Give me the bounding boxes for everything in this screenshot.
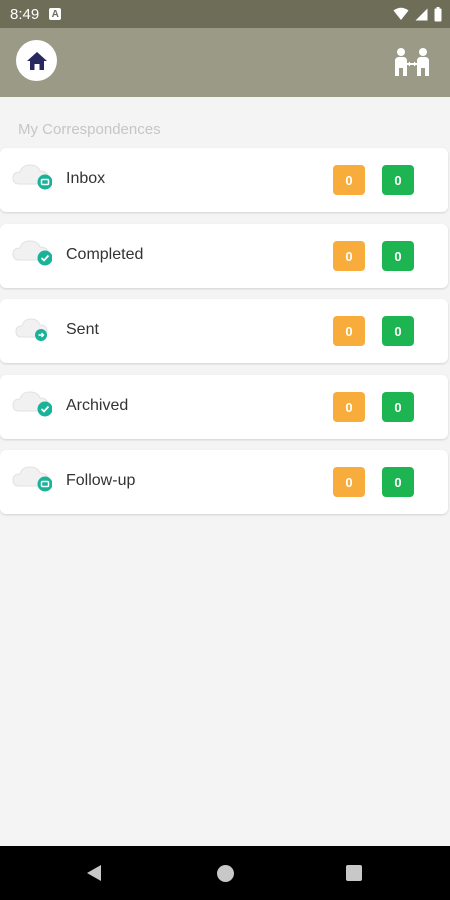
inbox-cloud-icon bbox=[12, 164, 52, 190]
list-item-sent[interactable]: Sent 0 0 bbox=[0, 299, 448, 363]
system-nav-bar bbox=[0, 846, 450, 900]
item-label: Follow-up bbox=[66, 472, 136, 489]
item-label: Sent bbox=[66, 321, 99, 338]
pending-count-badge: 0 bbox=[333, 392, 365, 422]
status-left: 8:49 A bbox=[10, 5, 62, 23]
item-label: Inbox bbox=[66, 170, 106, 187]
completed-count-badge: 0 bbox=[382, 392, 414, 422]
list-item-inbox[interactable]: Inbox 0 0 bbox=[0, 148, 448, 212]
pending-count-badge: 0 bbox=[333, 241, 365, 271]
list-item-completed[interactable]: Completed 0 0 bbox=[0, 224, 448, 288]
status-icons bbox=[393, 6, 442, 22]
section-title: My Correspondences bbox=[18, 121, 161, 138]
status-time: 8:49 bbox=[10, 5, 40, 23]
archived-cloud-icon bbox=[12, 391, 52, 417]
app-bar bbox=[0, 28, 450, 97]
battery-icon bbox=[434, 6, 442, 21]
list-item-follow-up[interactable]: Follow-up 0 0 bbox=[0, 450, 448, 514]
home-circle-icon[interactable] bbox=[217, 865, 234, 882]
pending-count-badge: 0 bbox=[333, 165, 365, 195]
home-button[interactable] bbox=[16, 40, 57, 81]
pending-count-badge: 0 bbox=[333, 467, 365, 497]
completed-count-badge: 0 bbox=[382, 165, 414, 195]
sent-cloud-icon bbox=[15, 318, 48, 341]
signal-icon bbox=[415, 8, 428, 20]
item-label: Archived bbox=[66, 397, 129, 414]
followup-cloud-icon bbox=[12, 466, 52, 492]
status-bar: 8:49 A bbox=[0, 0, 450, 28]
item-label: Completed bbox=[66, 246, 144, 263]
delegation-button[interactable] bbox=[392, 45, 432, 79]
completed-count-badge: 0 bbox=[382, 241, 414, 271]
completed-count-badge: 0 bbox=[382, 467, 414, 497]
back-icon[interactable] bbox=[86, 864, 102, 882]
pending-count-badge: 0 bbox=[333, 316, 365, 346]
delegation-icon bbox=[395, 48, 429, 76]
list-item-archived[interactable]: Archived 0 0 bbox=[0, 375, 448, 439]
notification-icon: A bbox=[49, 8, 62, 20]
recents-icon[interactable] bbox=[346, 865, 362, 881]
home-icon bbox=[26, 51, 47, 70]
completed-count-badge: 0 bbox=[382, 316, 414, 346]
wifi-icon bbox=[393, 7, 409, 20]
completed-cloud-icon bbox=[12, 240, 52, 266]
